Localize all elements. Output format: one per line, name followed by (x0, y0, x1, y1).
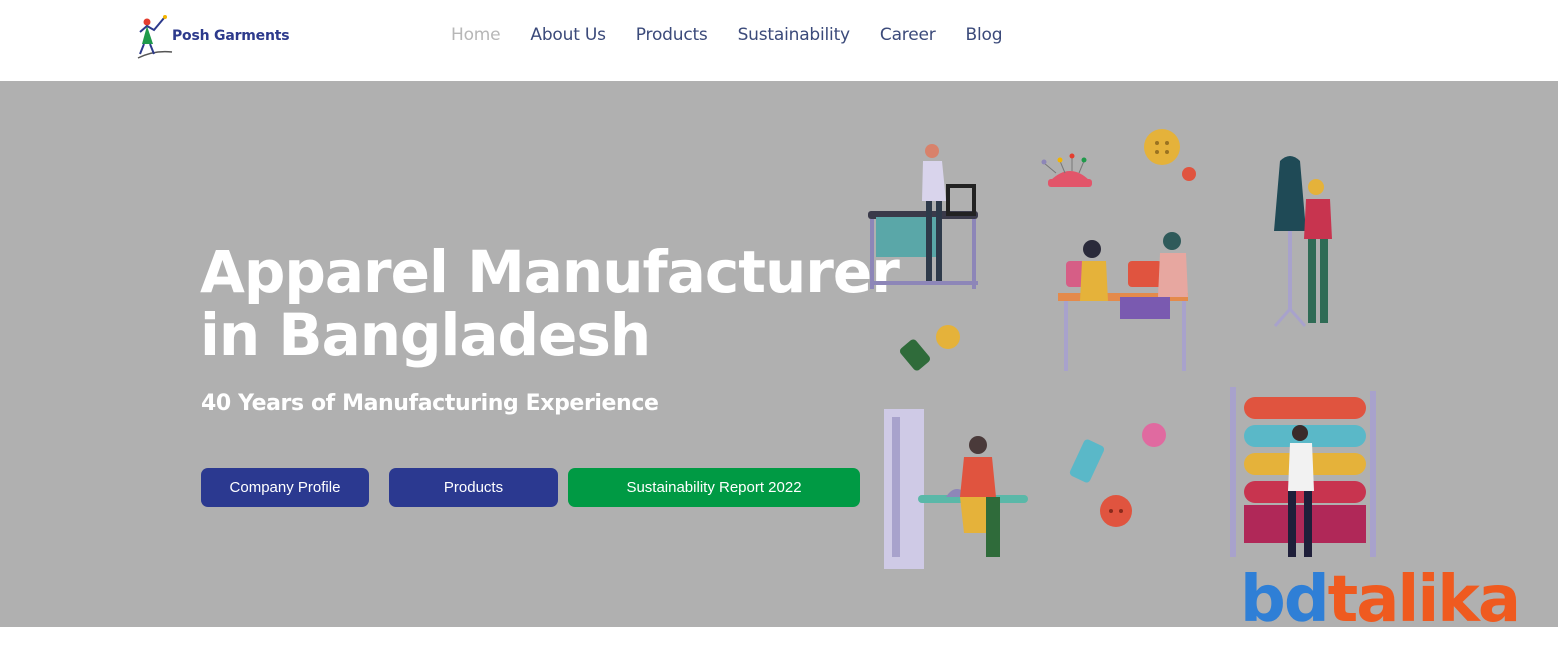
brand-logo[interactable]: Posh Garments (134, 10, 304, 64)
site-header: Posh Garments Home About Us Products Sus… (0, 0, 1558, 81)
nav-item-about-us[interactable]: About Us (530, 25, 606, 45)
thread-spool-icons (899, 339, 1105, 483)
sustainability-report-button[interactable]: Sustainability Report 2022 (568, 468, 860, 507)
ironing-worker-icon (884, 409, 1028, 569)
hero-title-line-2: in Bangladesh (200, 301, 651, 369)
cutting-worker-icon (868, 144, 978, 289)
watermark-part-1: bd (1240, 563, 1330, 637)
fabric-rack-worker-icon (1230, 387, 1376, 557)
hero-title: Apparel Manufacturer in Bangladesh (200, 241, 900, 367)
logo-figure-icon (137, 15, 173, 59)
nav-item-career[interactable]: Career (880, 25, 936, 45)
watermark-part-2: talika (1327, 563, 1521, 637)
hero-subtitle: 40 Years of Manufacturing Experience (201, 391, 659, 416)
nav-item-blog[interactable]: Blog (966, 25, 1003, 45)
bdtalika-watermark: bdtalika (1240, 568, 1521, 632)
hero-banner: Apparel Manufacturer in Bangladesh 40 Ye… (0, 81, 1558, 627)
products-button[interactable]: Products (389, 468, 558, 507)
nav-item-home[interactable]: Home (451, 25, 501, 45)
pin-cushion-icon (1041, 153, 1092, 187)
company-profile-button[interactable]: Company Profile (201, 468, 369, 507)
brand-name: Posh Garments (172, 28, 290, 44)
mannequin-tailor-icon (1273, 156, 1332, 327)
nav-item-products[interactable]: Products (636, 25, 708, 45)
hero-title-line-1: Apparel Manufacturer (200, 238, 900, 306)
garment-workers-illustration (868, 129, 1376, 569)
nav-item-sustainability[interactable]: Sustainability (738, 25, 851, 45)
sewing-workers-icon (1058, 232, 1188, 371)
main-nav: Home About Us Products Sustainability Ca… (451, 25, 1032, 45)
